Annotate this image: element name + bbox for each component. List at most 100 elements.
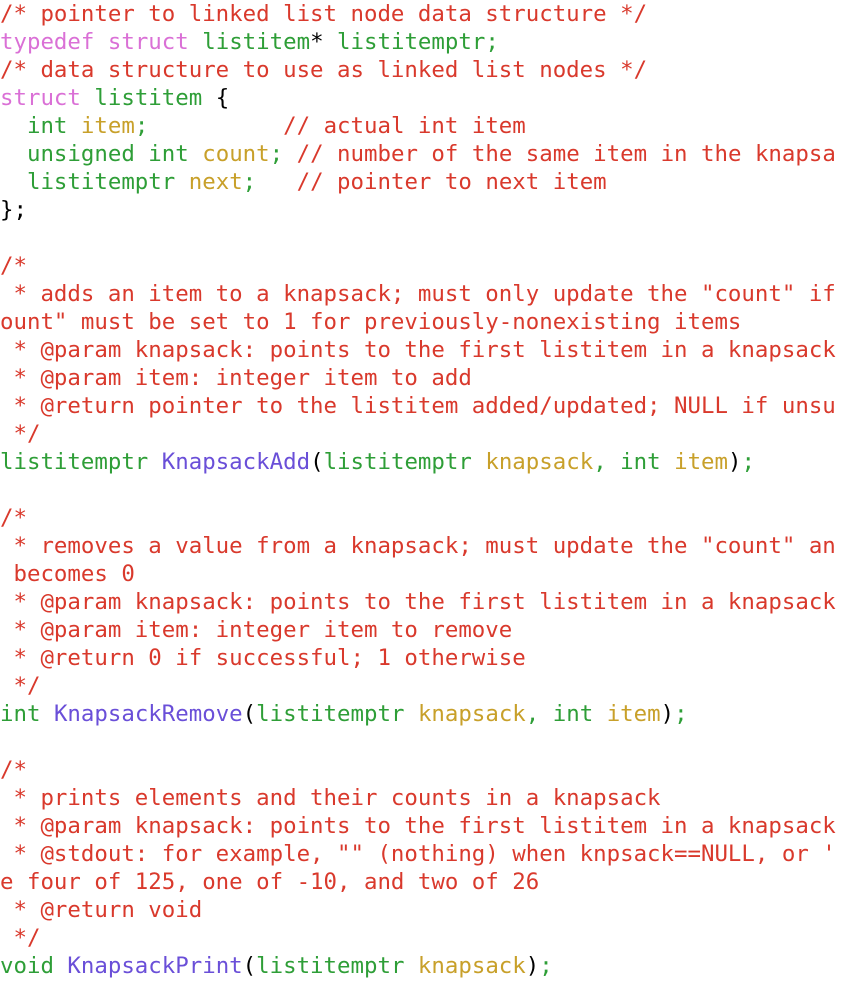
code-line: * @return 0 if successful; 1 otherwise	[0, 644, 864, 672]
code-token-keyword: typedef	[0, 29, 95, 55]
code-line: ount" must be set to 1 for previously-no…	[0, 308, 864, 336]
code-line: e four of 125, one of -10, and two of 26	[0, 868, 864, 896]
code-line: /*	[0, 756, 864, 784]
code-token-keyword: struct	[0, 85, 81, 111]
code-line: * @param knapsack: points to the first l…	[0, 336, 864, 364]
code-token-comment: */	[0, 421, 41, 447]
code-line: * @param item: integer item to remove	[0, 616, 864, 644]
code-token-punct: ,	[593, 449, 607, 475]
code-line: becomes 0	[0, 560, 864, 588]
code-token-comment: * @return 0 if successful; 1 otherwise	[0, 645, 526, 671]
code-token-punct: ,	[525, 701, 540, 727]
code-token-comment: /* data structure to use as linked list …	[0, 57, 648, 83]
code-token-punct: ;	[741, 449, 755, 475]
code-token-plain: {	[215, 85, 230, 111]
code-token-type: listitem	[94, 85, 203, 111]
code-line: * prints elements and their counts in a …	[0, 784, 864, 812]
code-line: */	[0, 672, 864, 700]
code-token-type: listitemptr;	[337, 29, 499, 55]
code-line: /*	[0, 504, 864, 532]
code-token-comment: * @param item: integer item to add	[0, 365, 472, 391]
code-token-plain: (	[242, 953, 257, 979]
code-token-comment: * @return pointer to the listitem added/…	[0, 393, 836, 419]
code-token-punct: ;	[674, 701, 688, 727]
code-line: void KnapsackPrint(listitemptr knapsack)…	[0, 952, 864, 980]
code-token-plain: )	[728, 449, 742, 475]
code-token-plain: )	[525, 953, 540, 979]
code-token-punct: ;	[269, 141, 284, 167]
code-line: * @stdout: for example, "" (nothing) whe…	[0, 840, 864, 868]
code-token-punct: ;	[539, 953, 553, 979]
code-token-comment: /* pointer to linked list node data stru…	[0, 1, 648, 27]
code-line: /*	[0, 252, 864, 280]
code-token-type: unsigned	[26, 141, 135, 167]
code-token-type: int	[620, 449, 661, 475]
code-token-plain: )	[660, 701, 675, 727]
code-token-comment: */	[0, 925, 41, 951]
code-token-type: listitem	[202, 29, 311, 55]
code-line: * @param item: integer item to add	[0, 364, 864, 392]
code-line: typedef struct listitem* listitemptr;	[0, 28, 864, 56]
code-token-ident: next	[188, 169, 243, 195]
code-token-plain: };	[0, 197, 27, 223]
code-token-ident: knapsack	[417, 953, 526, 979]
code-line: */	[0, 420, 864, 448]
code-line: * @param knapsack: points to the first l…	[0, 812, 864, 840]
code-line: * adds an item to a knapsack; must only …	[0, 280, 864, 308]
code-token-comment: /*	[0, 505, 27, 531]
code-line: * removes a value from a knapsack; must …	[0, 532, 864, 560]
code-token-func: KnapsackAdd	[161, 449, 311, 475]
code-token-type: listitemptr	[0, 449, 149, 475]
code-token-type: listitemptr	[256, 701, 405, 727]
code-token-comment: // number of the same item in the knapsa	[296, 141, 836, 167]
code-editor-view[interactable]: /* pointer to linked list node data stru…	[0, 0, 864, 1000]
code-line: int KnapsackRemove(listitemptr knapsack,…	[0, 700, 864, 728]
code-token-plain: (	[310, 449, 324, 475]
code-token-func: KnapsackPrint	[67, 953, 243, 979]
code-token-comment: * prints elements and their counts in a …	[0, 785, 661, 811]
code-line: unsigned int count; // number of the sam…	[0, 140, 864, 168]
code-token-punct: ;	[242, 169, 257, 195]
code-line: * @return pointer to the listitem added/…	[0, 392, 864, 420]
code-token-comment: // pointer to next item	[296, 169, 607, 195]
code-token-type: int	[26, 113, 68, 139]
code-token-comment: ount" must be set to 1 for previously-no…	[0, 309, 742, 335]
code-token-comment: becomes 0	[0, 561, 135, 587]
code-token-punct: ;	[134, 113, 149, 139]
code-token-type: int	[0, 701, 41, 727]
code-token-comment: * adds an item to a knapsack; must only …	[0, 281, 836, 307]
code-token-comment: /*	[0, 253, 27, 279]
code-token-comment: * @param item: integer item to remove	[0, 617, 513, 643]
code-token-ident: knapsack	[417, 701, 526, 727]
code-token-comment: * removes a value from a knapsack; must …	[0, 533, 836, 559]
code-line: */	[0, 924, 864, 952]
code-token-ident: item	[674, 449, 729, 475]
code-line: listitemptr next; // pointer to next ite…	[0, 168, 864, 196]
code-token-ident: item	[80, 113, 135, 139]
code-token-comment: */	[0, 673, 41, 699]
code-token-comment: * @return void	[0, 897, 203, 923]
code-token-type: listitemptr	[256, 953, 405, 979]
code-token-type: void	[0, 953, 54, 979]
